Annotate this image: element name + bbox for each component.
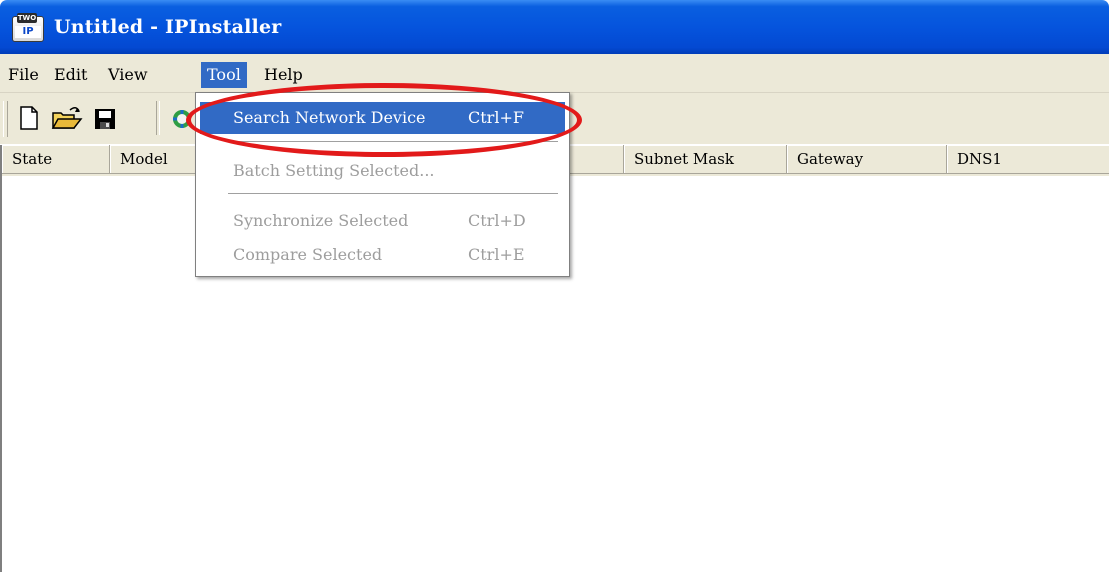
new-file-icon[interactable] [14, 102, 44, 134]
column-gateway[interactable]: Gateway [787, 145, 947, 174]
save-icon[interactable] [90, 102, 120, 134]
menu-item-compare-selected[interactable]: Compare Selected Ctrl+E [200, 239, 565, 271]
column-model[interactable]: Model [110, 145, 202, 174]
synchronize-shortcut: Ctrl+D [468, 211, 526, 230]
menu-separator [228, 141, 558, 142]
menu-item-batch-setting[interactable]: Batch Setting Selected... [200, 155, 565, 187]
toolbar-grip[interactable] [3, 101, 8, 137]
app-icon-label: IP [15, 26, 41, 38]
synchronize-selected-label: Synchronize Selected [233, 211, 409, 230]
compare-selected-label: Compare Selected [233, 245, 383, 264]
search-network-icon[interactable] [168, 102, 198, 134]
menu-view[interactable]: View [102, 62, 154, 88]
open-folder-icon[interactable] [50, 102, 83, 134]
menu-item-search-network-device[interactable]: Search Network Device Ctrl+F [200, 102, 565, 134]
batch-setting-label: Batch Setting Selected... [233, 161, 435, 180]
compare-shortcut: Ctrl+E [468, 245, 525, 264]
column-state[interactable]: State [2, 145, 110, 174]
app-icon-cap: TWO [17, 13, 37, 23]
search-shortcut: Ctrl+F [468, 108, 524, 127]
menu-bar: File Edit View Tool Help [0, 54, 1109, 93]
app-icon[interactable]: TWO IP [12, 13, 44, 42]
menu-separator [228, 193, 558, 194]
column-dns1[interactable]: DNS1 [947, 145, 1109, 174]
menu-item-synchronize-selected[interactable]: Synchronize Selected Ctrl+D [200, 205, 565, 237]
tool-dropdown-menu: Search Network Device Ctrl+F Batch Setti… [195, 92, 570, 277]
menu-file[interactable]: File [2, 62, 45, 88]
window-title: Untitled - IPInstaller [54, 16, 282, 38]
title-bar: TWO IP Untitled - IPInstaller [0, 0, 1109, 54]
menu-tool[interactable]: Tool [201, 62, 247, 88]
search-network-device-label: Search Network Device [233, 108, 426, 127]
column-subnet-mask[interactable]: Subnet Mask [624, 145, 787, 174]
menu-edit[interactable]: Edit [48, 62, 93, 88]
menu-help[interactable]: Help [258, 62, 309, 88]
toolbar-separator [156, 101, 160, 135]
